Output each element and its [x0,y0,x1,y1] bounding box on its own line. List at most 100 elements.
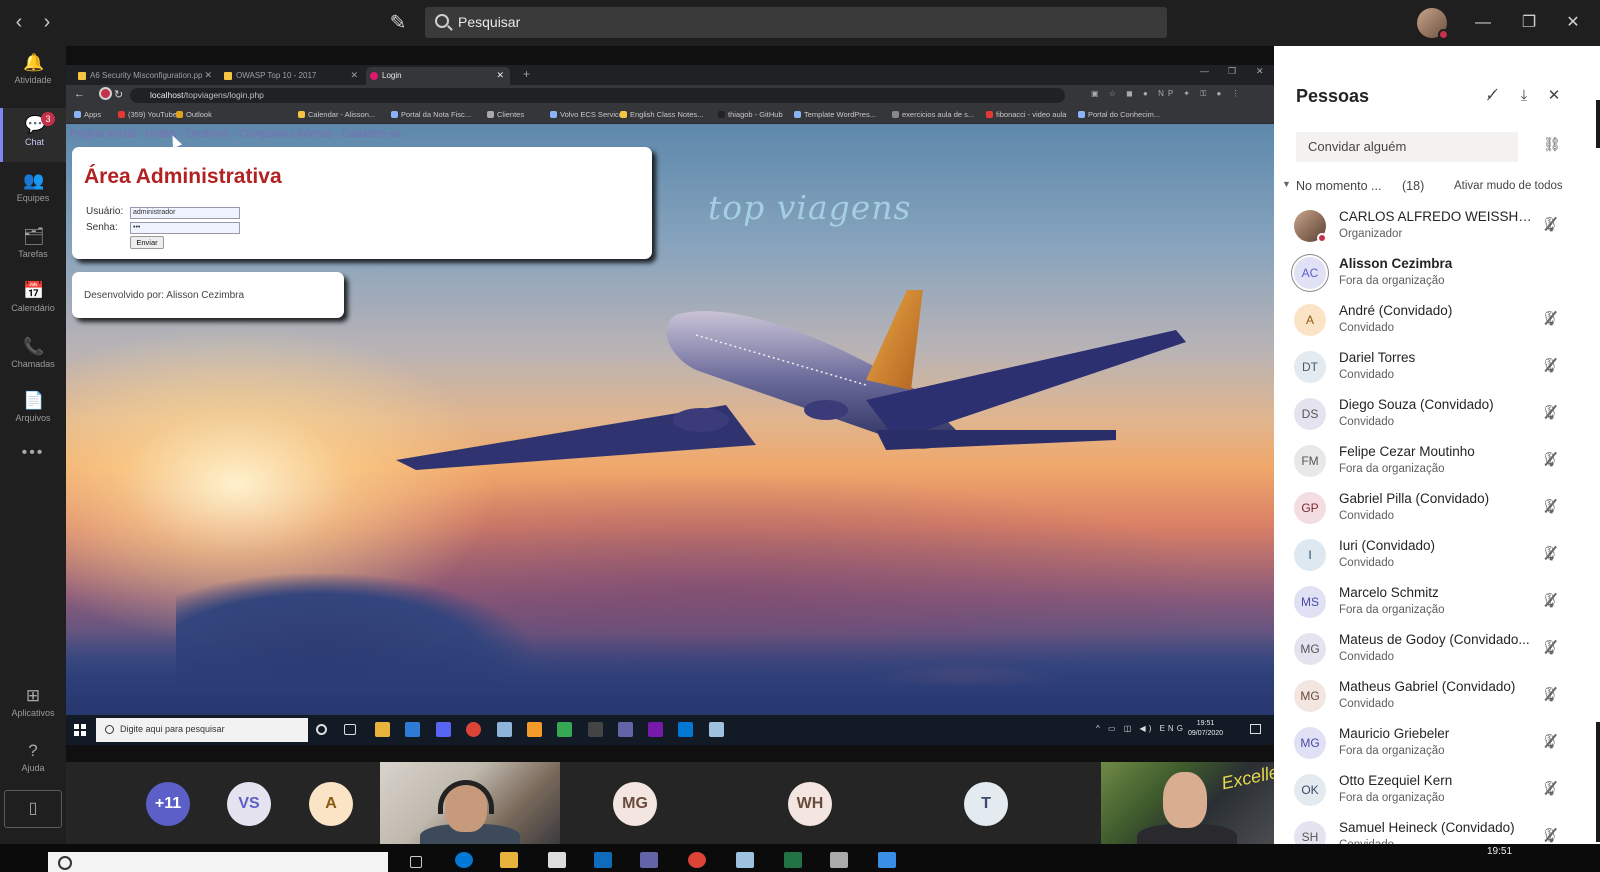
participant-row[interactable]: OK Otto Ezequiel Kern Fora da organização 🎙 [1274,768,1600,815]
mic-muted-icon[interactable]: 🎙 [1540,308,1560,328]
participant-row[interactable]: I Iuri (Convidado) Convidado 🎙 [1274,533,1600,580]
download-attendance-icon[interactable]: ⤓ [1514,86,1534,106]
search-input[interactable]: Pesquisar [425,7,1167,38]
rail-item-chat[interactable]: 💬 Chat 3 [0,108,66,162]
reload-icon[interactable]: ↻ [114,88,123,101]
rail-item-tarefas[interactable]: 🗂 Tarefas [0,220,66,274]
invite-input[interactable] [1296,132,1518,162]
tab-close-icon[interactable]: ✕ [204,70,212,81]
tab-close-icon[interactable]: ✕ [350,70,358,81]
bookmark-item[interactable]: English Class Notes... [620,110,703,119]
bookmark-item[interactable]: fibonacci - video aula [986,110,1066,119]
forward-arrow-icon[interactable]: › [36,11,58,33]
lower-hands-icon[interactable]: ✓̸ [1482,86,1502,106]
rail-item-ajuda[interactable]: ? Ajuda [0,734,66,788]
mic-muted-icon[interactable]: 🎙 [1540,825,1560,844]
participant-row[interactable]: GP Gabriel Pilla (Convidado) Convidado 🎙 [1274,486,1600,533]
bookmark-item[interactable]: Outlook [176,110,212,119]
participant-row[interactable]: A André (Convidado) Convidado 🎙 [1274,298,1600,345]
chrome-icon[interactable] [466,722,481,737]
bookmark-item[interactable]: Portal do Conhecim... [1078,110,1160,119]
browser-back-icon[interactable]: ← [74,88,85,100]
task-view-icon[interactable] [410,856,422,868]
submit-button[interactable]: Enviar [130,236,164,249]
mobile-app-icon[interactable]: ▯ [4,790,62,828]
cortana-icon[interactable] [316,724,327,735]
bookmark-item[interactable]: Clientes [487,110,524,119]
share-link-icon[interactable]: ⛓ [1542,136,1562,156]
scrollbar[interactable] [1596,722,1600,842]
close-window-icon[interactable]: ✕ [1558,8,1588,38]
participant-row[interactable]: MG Mateus de Godoy (Convidado... Convidado… [1274,627,1600,674]
chevron-down-icon[interactable]: ▼ [1282,179,1291,189]
participant-avatar[interactable]: WH [788,782,832,826]
app-icon[interactable] [527,722,542,737]
browser-tab[interactable]: A6 Security Misconfiguration.pp ✕ [74,67,218,85]
rail-item-arquivos[interactable]: 📄 Arquivos [0,384,66,438]
minimize-icon[interactable]: — [1468,8,1498,38]
participant-row[interactable]: CARLOS ALFREDO WEISSHEI... Organizador 🎙 [1274,204,1600,251]
teams-icon[interactable] [618,722,633,737]
browser-minimize-icon[interactable]: — [1200,66,1209,76]
app-icon[interactable] [497,722,512,737]
app-icon[interactable] [830,852,848,868]
participant-row[interactable]: AC Alisson Cezimbra Fora da organização [1274,251,1600,298]
participant-row[interactable]: SH Samuel Heineck (Convidado) Convidado 🎙 [1274,815,1600,844]
mic-muted-icon[interactable]: 🎙 [1540,496,1560,516]
rail-item-equipes[interactable]: 👥 Equipes [0,164,66,218]
rail-item-calendário[interactable]: 📅 Calendário [0,274,66,328]
app-icon[interactable] [736,852,754,868]
rail-item-aplicativos[interactable]: ⊞ Aplicativos [0,679,66,733]
app-icon[interactable] [878,852,896,868]
chrome-icon[interactable] [688,852,706,868]
participant-avatar[interactable]: T [964,782,1008,826]
new-tab-icon[interactable]: + [523,67,530,81]
participant-row[interactable]: MS Marcelo Schmitz Fora da organização 🎙 [1274,580,1600,627]
host-clock[interactable]: 19:51 [1487,846,1512,857]
windows-start-icon[interactable] [74,724,86,736]
participant-row[interactable]: MG Mauricio Griebeler Fora da organização 🎙 [1274,721,1600,768]
app-icon[interactable] [557,722,572,737]
system-tray[interactable]: ^ ▭ ◫ ◀) ENG [1096,724,1186,733]
bookmark-item[interactable]: Apps [74,110,101,119]
app-icon[interactable] [709,722,724,737]
browser-tab[interactable]: OWASP Top 10 - 2017 ✕ [220,67,364,85]
participant-video[interactable] [380,762,560,854]
site-nav-link[interactable]: Destinos [186,128,229,140]
mic-muted-icon[interactable]: 🎙 [1540,684,1560,704]
site-nav-link[interactable]: Página Inicial [70,128,135,140]
bookmark-item[interactable]: Calendar - Alisson... [298,110,375,119]
bookmark-item[interactable]: (359) YouTube [118,110,177,119]
scrollbar[interactable] [1596,100,1600,148]
mic-muted-icon[interactable]: 🎙 [1540,449,1560,469]
browser-tab-active[interactable]: Login ✕ [366,67,510,85]
extension-icons[interactable]: ▣ ☆ ◼ ● NP ✦ ⚿ ● ⋮ [1091,89,1244,99]
bookmark-item[interactable]: Template WordPres... [794,110,876,119]
task-view-icon[interactable] [344,724,356,735]
participant-avatar[interactable]: VS [227,782,271,826]
browser-close-icon[interactable]: ✕ [1256,66,1264,77]
participant-row[interactable]: FM Felipe Cezar Moutinho Fora da organizaç… [1274,439,1600,486]
restore-icon[interactable]: ❐ [1514,8,1544,38]
mic-muted-icon[interactable]: 🎙 [1540,590,1560,610]
participant-row[interactable]: DS Diego Souza (Convidado) Convidado 🎙 [1274,392,1600,439]
file-explorer-icon[interactable] [500,852,518,868]
username-field[interactable]: administrador [130,207,240,219]
password-field[interactable]: ••• [130,222,240,234]
mic-muted-icon[interactable]: 🎙 [1540,355,1560,375]
file-explorer-icon[interactable] [375,722,390,737]
store-icon[interactable] [548,852,566,868]
bookmark-item[interactable]: Volvo ECS Service [550,110,623,119]
language-indicator[interactable]: ENG [1160,724,1186,733]
onenote-icon[interactable] [648,722,663,737]
mic-muted-icon[interactable]: 🎙 [1540,214,1560,234]
excel-icon[interactable] [784,852,802,868]
participant-avatar[interactable]: A [309,782,353,826]
site-nav-link[interactable]: Companias Aéreas [239,128,332,140]
discord-icon[interactable] [436,722,451,737]
in-meeting-section-header[interactable]: ▼ No momento ... (18) Ativar mudo de tod… [1274,176,1600,200]
participant-row[interactable]: MG Matheus Gabriel (Convidado) Convidado 🎙 [1274,674,1600,721]
new-chat-icon[interactable]: ✎ [385,10,411,36]
bookmark-item[interactable]: exercicios aula de s... [892,110,974,119]
notifications-icon[interactable] [1250,724,1261,734]
